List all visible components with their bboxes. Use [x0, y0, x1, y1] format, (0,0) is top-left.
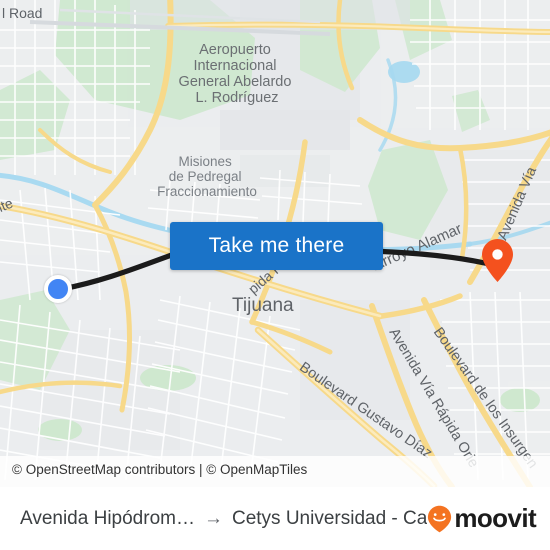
map-canvas[interactable]: l Road Aeropuerto Internacional General … — [0, 0, 550, 487]
route-destination-label: Cetys Universidad - Campus … — [231, 507, 428, 529]
label-road-top-left: l Road — [2, 5, 42, 21]
origin-marker[interactable] — [44, 275, 72, 303]
route-summary-bar: Avenida Hipódrom… → Cetys Universidad - … — [0, 487, 550, 550]
arrow-right-icon: → — [203, 508, 223, 529]
moovit-pin-icon — [428, 505, 452, 532]
destination-marker[interactable] — [481, 238, 514, 283]
route-title: Avenida Hipódrom… → Cetys Universidad - … — [0, 508, 427, 530]
route-origin-label: Avenida Hipódrom… — [20, 507, 195, 529]
moovit-map-screenshot: l Road Aeropuerto Internacional General … — [0, 0, 550, 550]
take-me-there-button[interactable]: Take me there — [170, 222, 383, 270]
moovit-wordmark: moovit — [454, 503, 536, 533]
label-city-tijuana: Tijuana — [232, 295, 294, 316]
attribution-text: © OpenStreetMap contributors | © OpenMap… — [12, 462, 308, 477]
moovit-logo: moovit — [427, 503, 550, 534]
map-attribution: © OpenStreetMap contributors | © OpenMap… — [0, 456, 550, 487]
